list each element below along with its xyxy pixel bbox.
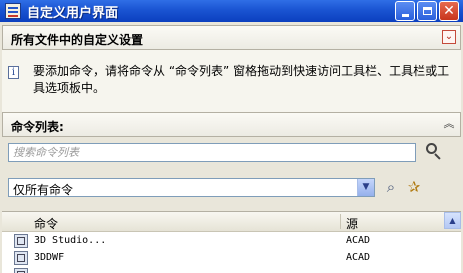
command-source: ACAD: [346, 235, 371, 246]
table-row[interactable]: [2, 267, 442, 273]
section-label: 命令列表:: [11, 120, 64, 134]
command-name: 3DDWF: [34, 252, 65, 263]
minimize-icon: [401, 13, 409, 17]
info-text: 要添加命令，请将命令从 “命令列表” 窗格拖动到快速访问工具栏、工具栏或工具选项…: [33, 64, 450, 95]
column-header-source[interactable]: 源: [346, 215, 358, 232]
chevron-down-icon[interactable]: ▼: [357, 179, 374, 196]
scroll-up-button[interactable]: ▲: [444, 212, 461, 229]
filter-selected-value: 仅所有命令: [13, 183, 74, 197]
minimize-button[interactable]: [395, 1, 415, 21]
info-panel: i 要添加命令，请将命令从 “命令列表” 窗格拖动到快速访问工具栏、工具栏或工具…: [2, 50, 461, 112]
window-title: 自定义用户界面: [27, 6, 119, 21]
command-list[interactable]: 命令 源 ▲ 3D Studio... ACAD 3DDWF ACAD: [2, 211, 461, 273]
dwf-icon: [14, 251, 28, 265]
table-row[interactable]: 3DDWF ACAD: [2, 250, 442, 267]
new-command-icon[interactable]: ✰: [404, 177, 424, 197]
command-icon: [14, 268, 28, 273]
command-name: 3D Studio...: [34, 235, 107, 246]
info-icon: i: [8, 66, 19, 79]
command-list-header[interactable]: 命令列表: ︽: [2, 112, 461, 137]
find-command-icon[interactable]: ⌕: [381, 177, 401, 197]
close-button[interactable]: ✕: [439, 1, 459, 21]
maximize-icon: [422, 7, 432, 15]
list-header: 命令 源: [2, 212, 461, 232]
import-icon: [14, 234, 28, 248]
chevron-up-icon[interactable]: ︽: [442, 117, 456, 131]
search-command-list-input[interactable]: [8, 143, 416, 162]
close-icon: ✕: [443, 3, 455, 19]
section-label: 所有文件中的自定义设置: [11, 33, 144, 47]
command-source: ACAD: [346, 252, 371, 263]
title-bar[interactable]: 自定义用户界面 ✕: [0, 0, 463, 22]
maximize-button[interactable]: [417, 1, 437, 21]
column-header-command[interactable]: 命令: [34, 215, 58, 232]
app-icon: [5, 3, 21, 19]
table-row[interactable]: 3D Studio... ACAD: [2, 233, 442, 250]
command-filter-dropdown[interactable]: 仅所有命令 ▼: [8, 178, 375, 197]
search-button[interactable]: [423, 141, 445, 163]
all-files-customizations-header[interactable]: 所有文件中的自定义设置 ⌄: [2, 25, 461, 50]
collapse-chevron-icon[interactable]: ⌄: [442, 30, 456, 44]
